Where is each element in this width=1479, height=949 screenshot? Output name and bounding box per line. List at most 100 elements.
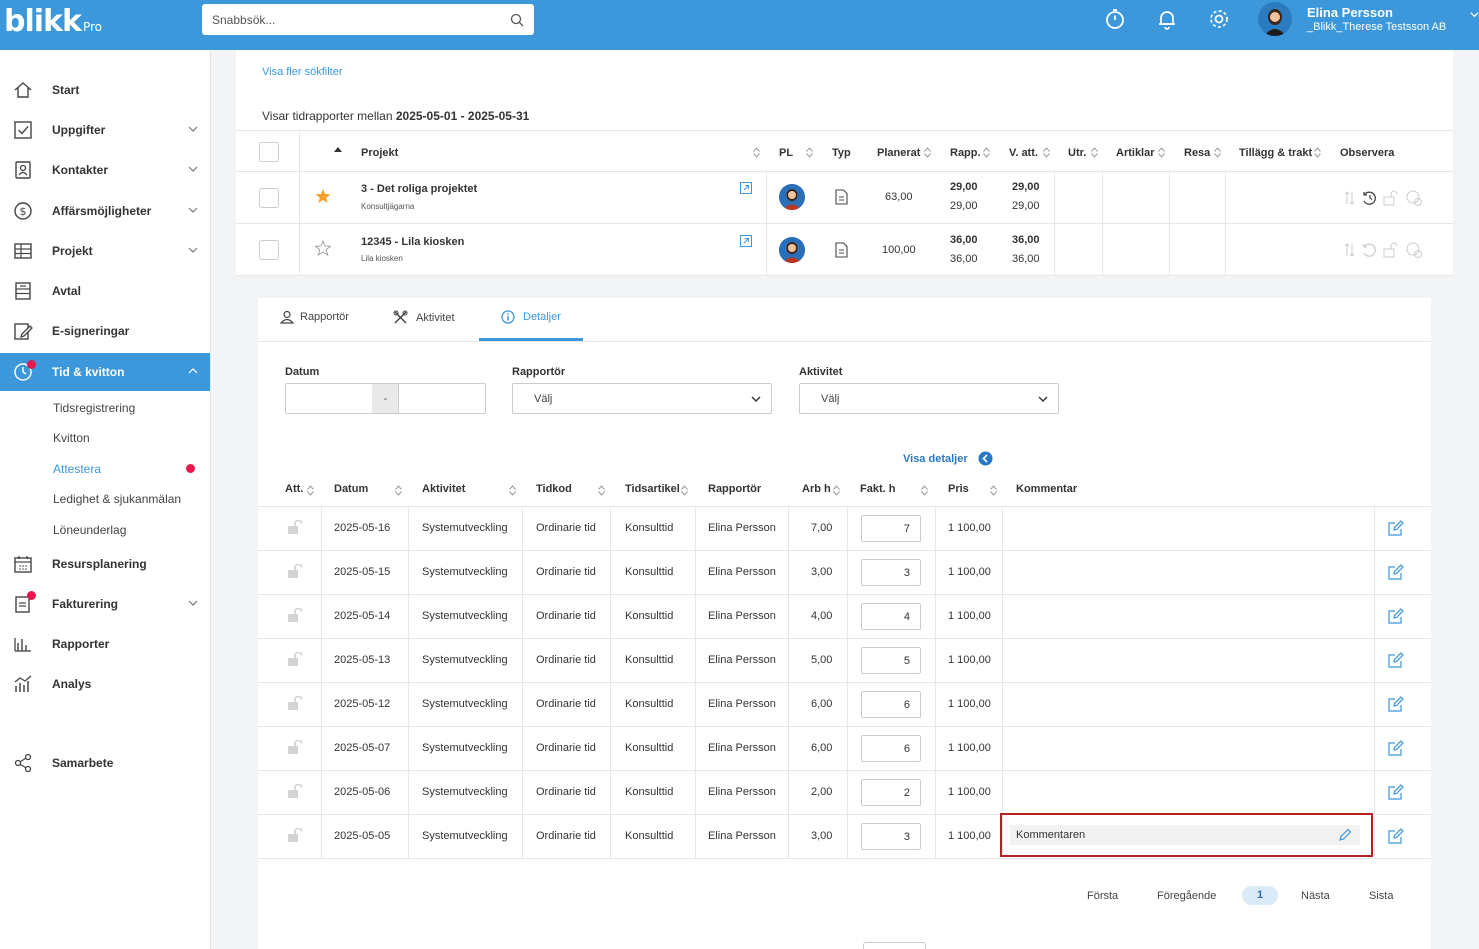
col-pl[interactable]: PL	[779, 147, 793, 159]
reporter-select[interactable]: Välj	[512, 383, 772, 414]
edit-icon[interactable]	[1388, 564, 1404, 580]
invoiced-hours-input[interactable]: 3	[861, 823, 921, 850]
sidebar-item-kontakter[interactable]: Kontakter	[0, 151, 210, 189]
edit-icon[interactable]	[1388, 828, 1404, 844]
detail-col-3[interactable]: Tidkod	[536, 483, 572, 495]
sidebar-item-samarbete[interactable]: Samarbete	[0, 744, 210, 782]
show-details-link[interactable]: Visa detaljer	[903, 451, 993, 466]
comment-cell[interactable]	[1010, 693, 1360, 713]
sort-icon[interactable]	[307, 485, 314, 496]
project-name[interactable]: 12345 - Lila kiosken	[361, 236, 464, 248]
sort-icon[interactable]	[1043, 147, 1050, 158]
subitem-ledighet[interactable]: Ledighet & sjukanmälan	[53, 492, 181, 506]
sort-icon[interactable]	[833, 485, 840, 496]
detail-col-6[interactable]: Arb h	[802, 483, 831, 495]
date-to-input[interactable]	[398, 383, 486, 414]
sort-icon[interactable]	[395, 485, 402, 496]
comment-cell[interactable]	[1010, 649, 1360, 669]
sort-icon[interactable]	[509, 485, 516, 496]
comment-cell[interactable]	[1010, 517, 1360, 537]
edit-icon[interactable]	[1388, 608, 1404, 624]
user-avatar[interactable]	[1258, 2, 1292, 36]
unlock-icon[interactable]	[288, 564, 305, 578]
row-action-icons[interactable]	[1343, 190, 1439, 206]
activity-select[interactable]: Välj	[799, 383, 1059, 414]
sort-icon[interactable]	[806, 147, 813, 158]
sort-icon[interactable]	[681, 485, 688, 496]
sidebar-item-resursplanering[interactable]: Resursplanering	[0, 545, 210, 583]
pagination-prev[interactable]: Föregående	[1157, 890, 1216, 902]
invoiced-hours-input[interactable]: 4	[861, 603, 921, 630]
unlock-icon[interactable]	[288, 520, 305, 534]
unlock-icon[interactable]	[288, 828, 305, 842]
blikk-logo[interactable]: blikk Pro	[4, 4, 102, 39]
open-external-icon[interactable]	[740, 235, 752, 247]
invoiced-hours-input[interactable]: 2	[861, 779, 921, 806]
detail-col-8[interactable]: Pris	[948, 483, 969, 495]
sort-up-icon[interactable]	[334, 146, 342, 152]
tab-detaljer[interactable]: Detaljer	[501, 310, 561, 324]
detail-col-1[interactable]: Datum	[334, 483, 368, 495]
select-all-checkbox[interactable]	[259, 142, 279, 162]
sidebar-item-e-signeringar[interactable]: E-signeringar	[0, 312, 210, 350]
detail-col-4[interactable]: Tidsartikel	[625, 483, 680, 495]
tab-rapportor[interactable]: Rapportör	[280, 310, 349, 324]
date-from-input[interactable]	[285, 383, 373, 414]
project-leader-avatar[interactable]	[779, 237, 805, 263]
row-action-icons[interactable]	[1343, 242, 1439, 258]
col-resa[interactable]: Resa	[1184, 147, 1210, 159]
unlock-icon[interactable]	[288, 652, 305, 666]
detail-col-2[interactable]: Aktivitet	[422, 483, 465, 495]
sidebar-item-start[interactable]: Start	[0, 71, 210, 109]
unlock-icon[interactable]	[288, 696, 305, 710]
star-outline-icon[interactable]	[315, 240, 331, 256]
sidebar-item-projekt[interactable]: Projekt	[0, 232, 210, 270]
sidebar-item-fakturering[interactable]: Fakturering	[0, 585, 210, 623]
sort-icon[interactable]	[598, 485, 605, 496]
subitem-loneunderlag[interactable]: Löneunderlag	[53, 523, 126, 537]
edit-icon[interactable]	[1388, 740, 1404, 756]
sort-icon[interactable]	[921, 485, 928, 496]
comment-cell[interactable]	[1010, 561, 1360, 581]
subitem-tidsregistrering[interactable]: Tidsregistrering	[53, 401, 135, 415]
col-vatt[interactable]: V. att.	[1009, 147, 1038, 159]
sort-icon[interactable]	[1091, 147, 1098, 158]
unlock-icon[interactable]	[288, 740, 305, 754]
sort-icon[interactable]	[1214, 147, 1221, 158]
row-checkbox[interactable]	[259, 240, 279, 260]
more-filters-link[interactable]: Visa fler sökfilter	[262, 66, 343, 78]
sidebar-item-analys[interactable]: Analys	[0, 665, 210, 703]
sidebar-item-tid-kvitton[interactable]: Tid & kvitton	[0, 353, 210, 391]
user-name[interactable]: Elina Persson	[1307, 5, 1393, 20]
subitem-attestera[interactable]: Attestera	[53, 462, 101, 476]
project-leader-avatar[interactable]	[779, 184, 805, 210]
comment-cell[interactable]	[1010, 605, 1360, 625]
detail-col-5[interactable]: Rapportör	[708, 483, 761, 495]
tab-aktivitet[interactable]: Aktivitet	[393, 310, 455, 325]
pagination-current[interactable]: 1	[1242, 886, 1278, 905]
sidebar-item-avtal[interactable]: Avtal	[0, 272, 210, 310]
project-name[interactable]: 3 - Det roliga projektet	[361, 183, 477, 195]
pagination-next[interactable]: Nästa	[1301, 890, 1330, 902]
edit-icon[interactable]	[1388, 520, 1404, 536]
sort-icon[interactable]	[924, 147, 931, 158]
invoiced-hours-input[interactable]: 6	[861, 691, 921, 718]
col-projekt[interactable]: Projekt	[361, 147, 398, 159]
col-artiklar[interactable]: Artiklar	[1116, 147, 1155, 159]
comment-cell[interactable]	[1010, 737, 1360, 757]
unlock-icon[interactable]	[288, 608, 305, 622]
invoiced-hours-input[interactable]: 5	[861, 647, 921, 674]
search-input[interactable]: Snabbsök...	[202, 4, 534, 35]
col-utr[interactable]: Utr.	[1068, 147, 1086, 159]
sidebar-item-uppgifter[interactable]: Uppgifter	[0, 111, 210, 149]
row-checkbox[interactable]	[259, 188, 279, 208]
detail-col-7[interactable]: Fakt. h	[860, 483, 895, 495]
sort-icon[interactable]	[1314, 147, 1321, 158]
settings-gear-icon[interactable]	[1206, 6, 1232, 32]
invoiced-hours-input[interactable]: 6	[861, 735, 921, 762]
comment-cell[interactable]	[1010, 781, 1360, 801]
unlock-icon[interactable]	[288, 784, 305, 798]
col-typ[interactable]: Typ	[832, 147, 851, 159]
sort-icon[interactable]	[990, 485, 997, 496]
open-external-icon[interactable]	[740, 182, 752, 194]
